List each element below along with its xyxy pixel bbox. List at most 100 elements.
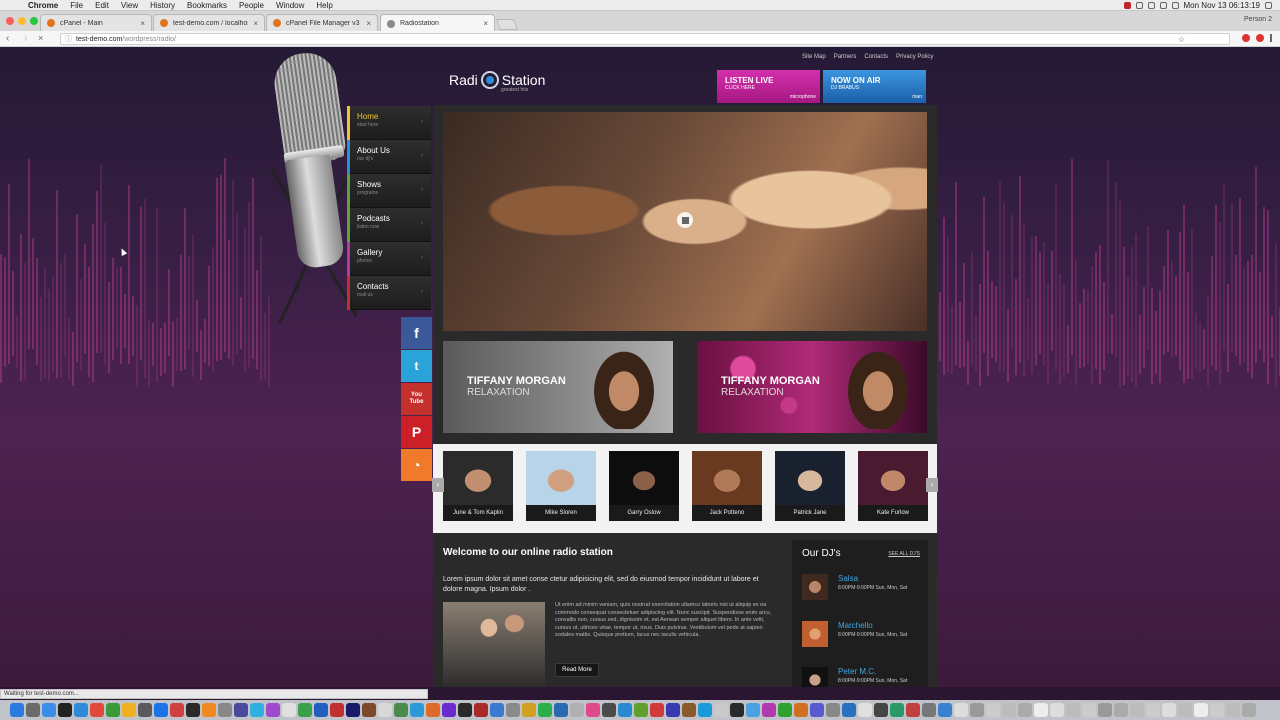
menu-edit[interactable]: Edit [89,1,115,10]
pinterest-icon[interactable]: P [401,416,432,448]
dj-card[interactable]: Patrick Jane [775,451,845,521]
dock-app-icon[interactable] [506,703,520,717]
dj-name[interactable]: Marchello [838,621,873,630]
dj-list-item[interactable]: Peter M.C. 8:00PM-9:00PM Sun, Mon, Sat [802,667,922,687]
dock-app-icon[interactable] [1146,703,1160,717]
dock-app-icon[interactable] [490,703,504,717]
wifi-icon[interactable] [1159,1,1167,9]
extension-icon[interactable] [1242,34,1250,42]
nav-item-home[interactable]: Home start here › [347,106,431,140]
dock-app-icon[interactable] [1050,703,1064,717]
minimize-window-icon[interactable] [18,17,26,25]
dock-app-icon[interactable] [1194,703,1208,717]
dock-app-icon[interactable] [586,703,600,717]
nav-item-gallery[interactable]: Gallery photos › [347,242,431,276]
link-contacts[interactable]: Contacts [864,54,888,60]
dock-app-icon[interactable] [826,703,840,717]
dock-app-icon[interactable] [122,703,136,717]
nav-item-contacts[interactable]: Contacts mail us › [347,276,431,310]
site-logo[interactable]: Radi Station greatest hits [449,71,545,93]
dock-app-icon[interactable] [314,703,328,717]
dj-list-item[interactable]: Marchello 8:00PM-9:00PM Sun, Mon, Sat [802,621,922,651]
menu-bookmarks[interactable]: Bookmarks [181,1,233,10]
dj-card[interactable]: Mike Sloren [526,451,596,521]
dock-app-icon[interactable] [986,703,1000,717]
dock-app-icon[interactable] [906,703,920,717]
dj-card[interactable]: Kate Furlow [858,451,928,521]
forward-icon[interactable]: › [24,33,27,44]
dock-app-icon[interactable] [938,703,952,717]
dock-app-icon[interactable] [570,703,584,717]
dock-app-icon[interactable] [1098,703,1112,717]
dock-app-icon[interactable] [282,703,296,717]
dock-app-icon[interactable] [746,703,760,717]
carousel-next-button[interactable]: › [926,478,938,492]
status-icon[interactable] [1123,1,1131,9]
menu-help[interactable]: Help [310,1,338,10]
dock-app-icon[interactable] [666,703,680,717]
dock-app-icon[interactable] [778,703,792,717]
dock-app-icon[interactable] [522,703,536,717]
dock-app-icon[interactable] [426,703,440,717]
dock-app-icon[interactable] [1018,703,1032,717]
new-tab-button[interactable] [495,19,519,30]
menu-dots-icon[interactable] [1270,34,1272,42]
dock-app-icon[interactable] [266,703,280,717]
dock-app-icon[interactable] [1002,703,1016,717]
stop-icon[interactable]: × [38,33,43,43]
dock-app-icon[interactable] [186,703,200,717]
close-window-icon[interactable] [6,17,14,25]
read-more-button[interactable]: Read More [555,663,599,677]
search-icon[interactable] [1265,1,1272,9]
dock-app-icon[interactable] [42,703,56,717]
menu-app-name[interactable]: Chrome [22,1,64,10]
dj-card[interactable]: Garry Oslow [609,451,679,521]
dock-app-icon[interactable] [714,703,728,717]
dock-app-icon[interactable] [538,703,552,717]
dock-app-icon[interactable] [842,703,856,717]
dock-app-icon[interactable] [1226,703,1240,717]
dock-app-icon[interactable] [890,703,904,717]
twitter-icon[interactable]: t [401,350,432,382]
dock-app-icon[interactable] [474,703,488,717]
info-icon[interactable]: ⓘ [65,34,72,44]
hero-slider[interactable] [443,112,927,331]
dock-app-icon[interactable] [650,703,664,717]
dock-app-icon[interactable] [1242,703,1256,717]
dock-app-icon[interactable] [554,703,568,717]
dock-app-icon[interactable] [26,703,40,717]
menu-clock[interactable]: Mon Nov 13 06:13:19 [1184,1,1261,10]
dock-app-icon[interactable] [922,703,936,717]
dock-app-icon[interactable] [1162,703,1176,717]
dock-app-icon[interactable] [458,703,472,717]
menu-file[interactable]: File [64,1,89,10]
dock-app-icon[interactable] [618,703,632,717]
dock-app-icon[interactable] [442,703,456,717]
dock-app-icon[interactable] [634,703,648,717]
dock-app-icon[interactable] [346,703,360,717]
battery-icon[interactable] [1171,1,1179,9]
facebook-icon[interactable]: f [401,317,432,349]
close-icon[interactable]: × [253,19,258,28]
dock-app-icon[interactable] [1114,703,1128,717]
dock-app-icon[interactable] [794,703,808,717]
dock-app-icon[interactable] [378,703,392,717]
dock-app-icon[interactable] [1082,703,1096,717]
dock-app-icon[interactable] [730,703,744,717]
menu-history[interactable]: History [144,1,181,10]
dock-app-icon[interactable] [682,703,696,717]
stop-icon[interactable] [677,212,693,228]
dock-app-icon[interactable] [1066,703,1080,717]
link-partners[interactable]: Partners [834,54,857,60]
dock-app-icon[interactable] [90,703,104,717]
menu-people[interactable]: People [233,1,270,10]
tab-cpanel-main[interactable]: cPanel - Main × [40,14,152,31]
back-icon[interactable]: ‹ [6,33,9,44]
status-icon[interactable] [1135,1,1143,9]
soundcloud-icon[interactable]: ◔ [401,449,432,481]
close-icon[interactable]: × [483,19,488,28]
zoom-window-icon[interactable] [30,17,38,25]
dock-app-icon[interactable] [58,703,72,717]
link-privacy-policy[interactable]: Privacy Policy [896,54,933,60]
dock-app-icon[interactable] [298,703,312,717]
